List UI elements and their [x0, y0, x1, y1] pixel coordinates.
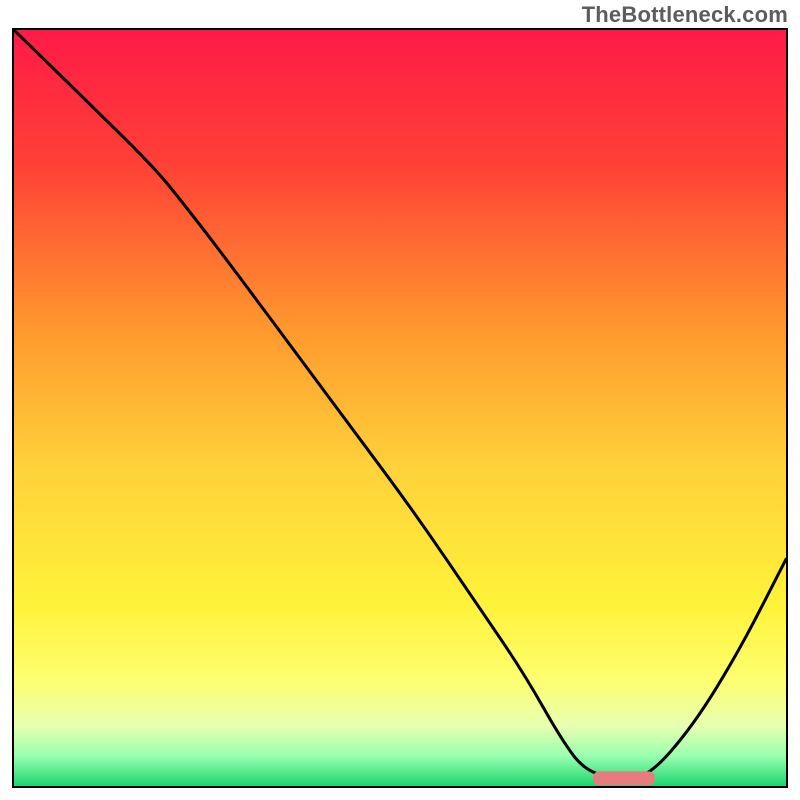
bottleneck-chart — [14, 30, 786, 786]
chart-container: TheBottleneck.com — [0, 0, 800, 800]
plot-frame — [12, 28, 788, 788]
watermark-text: TheBottleneck.com — [582, 2, 788, 28]
optimal-marker — [593, 771, 655, 785]
